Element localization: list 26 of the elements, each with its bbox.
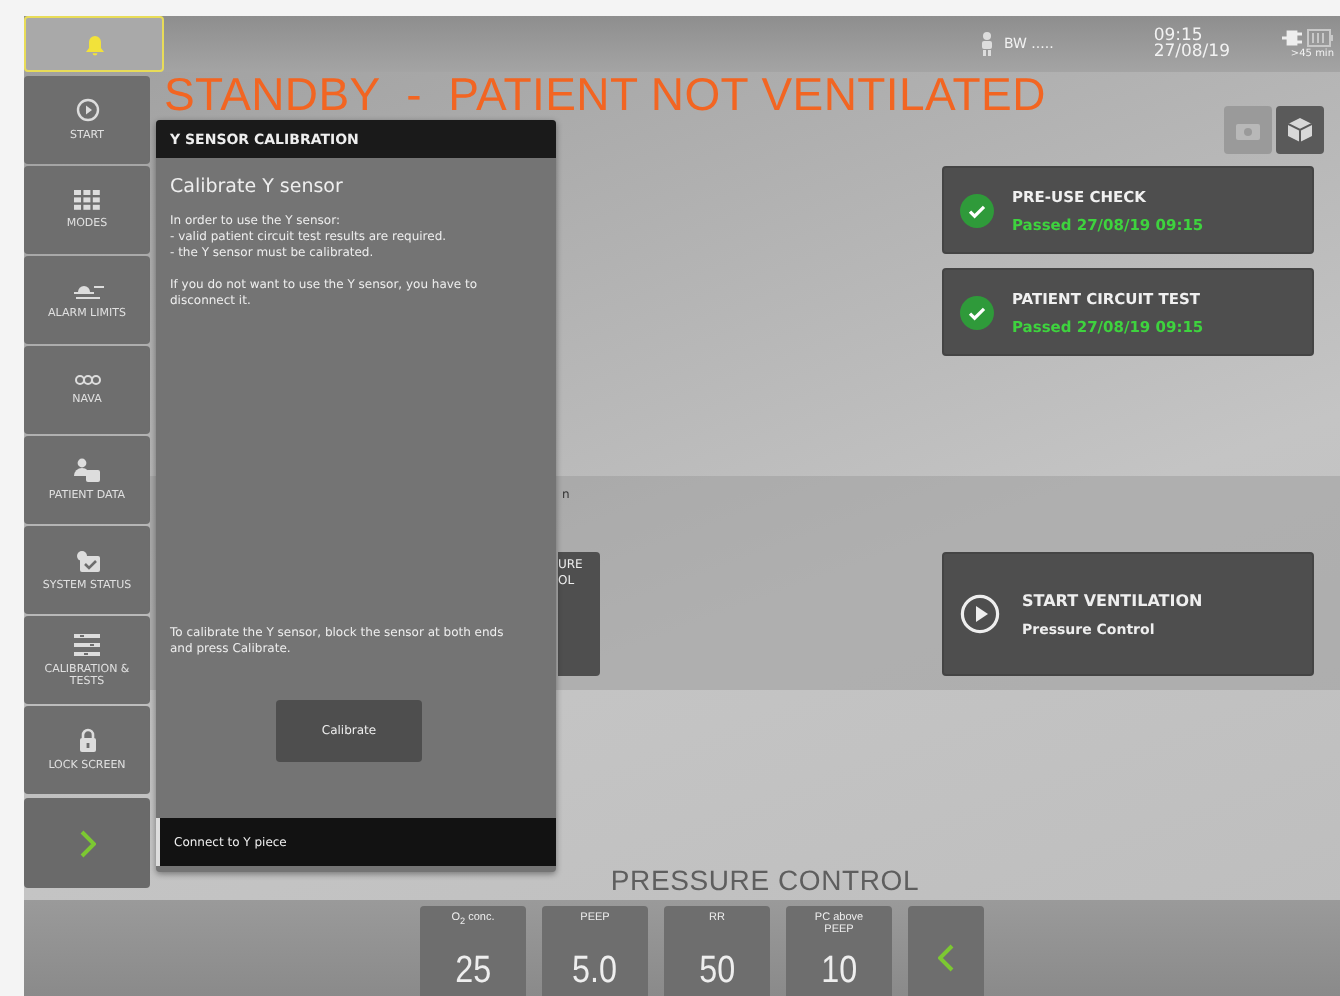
alarm-button[interactable] <box>24 16 164 72</box>
bell-icon <box>83 33 105 55</box>
date: 27/08/19 <box>1153 44 1230 60</box>
grid-icon <box>74 190 100 210</box>
cube-icon <box>1288 118 1312 142</box>
next-button[interactable] <box>24 798 150 888</box>
back-button[interactable] <box>908 906 984 996</box>
person-card-icon <box>74 458 100 482</box>
padlock-icon <box>77 728 97 752</box>
cube-view-button[interactable] <box>1276 106 1324 154</box>
chevron-left-icon <box>938 944 954 972</box>
start-title: START VENTILATION <box>1022 591 1203 609</box>
bell-slider-icon <box>71 280 103 300</box>
play-circle-icon <box>75 98 99 122</box>
monitor-check-icon <box>74 549 100 571</box>
sliders-icon <box>74 633 100 655</box>
chevron-right-icon <box>79 829 95 857</box>
play-circle-icon <box>960 594 1000 634</box>
dialog-heading: Calibrate Y sensor <box>170 176 345 198</box>
plug-battery-icon <box>1282 28 1334 48</box>
camera-icon <box>1236 121 1260 139</box>
rings-icon <box>73 374 101 386</box>
time: 09:15 <box>1153 28 1203 44</box>
mode-label: PRESSURE CONTROL <box>608 864 922 900</box>
person-icon <box>979 32 994 56</box>
status-title: STANDBY - PATIENT NOT VENTILATED <box>164 70 1048 118</box>
